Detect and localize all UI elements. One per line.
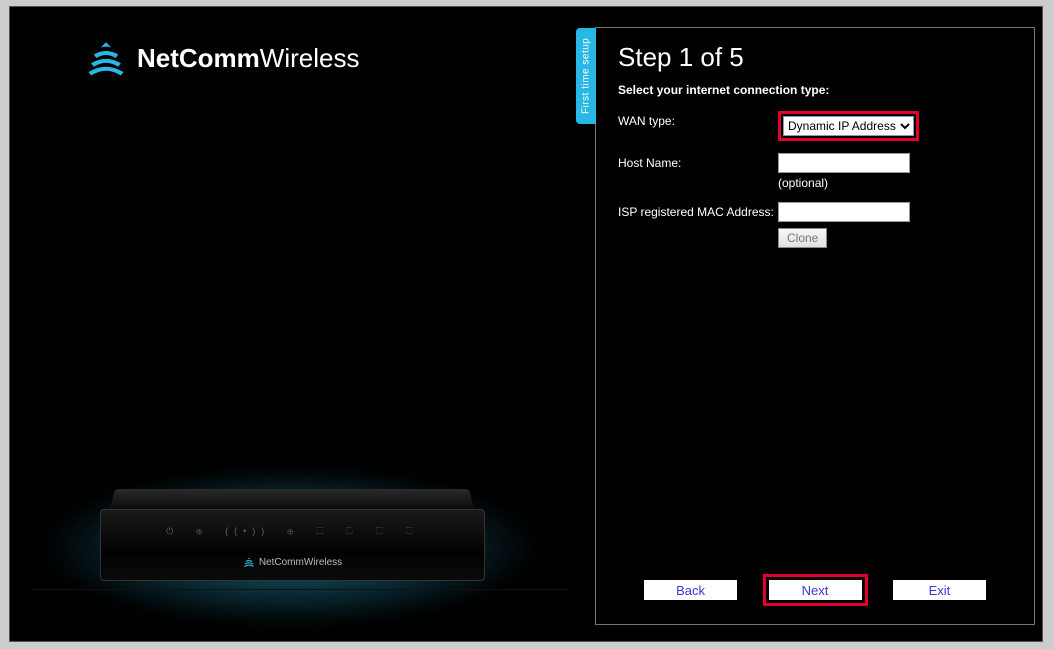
clone-button[interactable]: Clone bbox=[778, 228, 827, 248]
back-button[interactable]: Back bbox=[643, 579, 738, 601]
mac-address-input[interactable] bbox=[778, 202, 910, 222]
router-led-row: ⏻ ⊕ ((•)) ⊕ ⬚ ⬚ ⬚ ⬚ bbox=[101, 526, 484, 537]
step-title: Step 1 of 5 bbox=[618, 42, 1034, 73]
brand-text: NetCommWireless bbox=[137, 43, 359, 74]
setup-tab[interactable]: First time setup bbox=[576, 28, 596, 124]
host-name-label: Host Name: bbox=[618, 153, 778, 170]
mac-address-label: ISP registered MAC Address: bbox=[618, 202, 778, 219]
step-subtitle: Select your internet connection type: bbox=[618, 83, 1034, 97]
app-frame: NetCommWireless ⏻ ⊕ ((•)) ⊕ ⬚ ⬚ ⬚ ⬚ NetC… bbox=[9, 6, 1043, 642]
host-name-hint: (optional) bbox=[778, 176, 1034, 190]
wan-type-select[interactable]: Dynamic IP Address bbox=[783, 116, 914, 136]
next-highlight: Next bbox=[763, 574, 868, 606]
host-name-input[interactable] bbox=[778, 153, 910, 173]
exit-button[interactable]: Exit bbox=[892, 579, 987, 601]
wan-type-highlight: Dynamic IP Address bbox=[778, 111, 919, 141]
next-button[interactable]: Next bbox=[768, 579, 863, 601]
device-illustration: ⏻ ⊕ ((•)) ⊕ ⬚ ⬚ ⬚ ⬚ NetCommWireless bbox=[30, 437, 550, 637]
netcomm-wave-icon bbox=[243, 556, 255, 568]
netcomm-wave-icon bbox=[85, 37, 127, 79]
brand-logo: NetCommWireless bbox=[85, 37, 359, 79]
wizard-footer: Back Next Exit bbox=[596, 574, 1034, 606]
wan-type-label: WAN type: bbox=[618, 111, 778, 128]
wizard-panel: First time setup Step 1 of 5 Select your… bbox=[595, 27, 1035, 625]
device-brand-label: NetCommWireless bbox=[101, 556, 484, 568]
